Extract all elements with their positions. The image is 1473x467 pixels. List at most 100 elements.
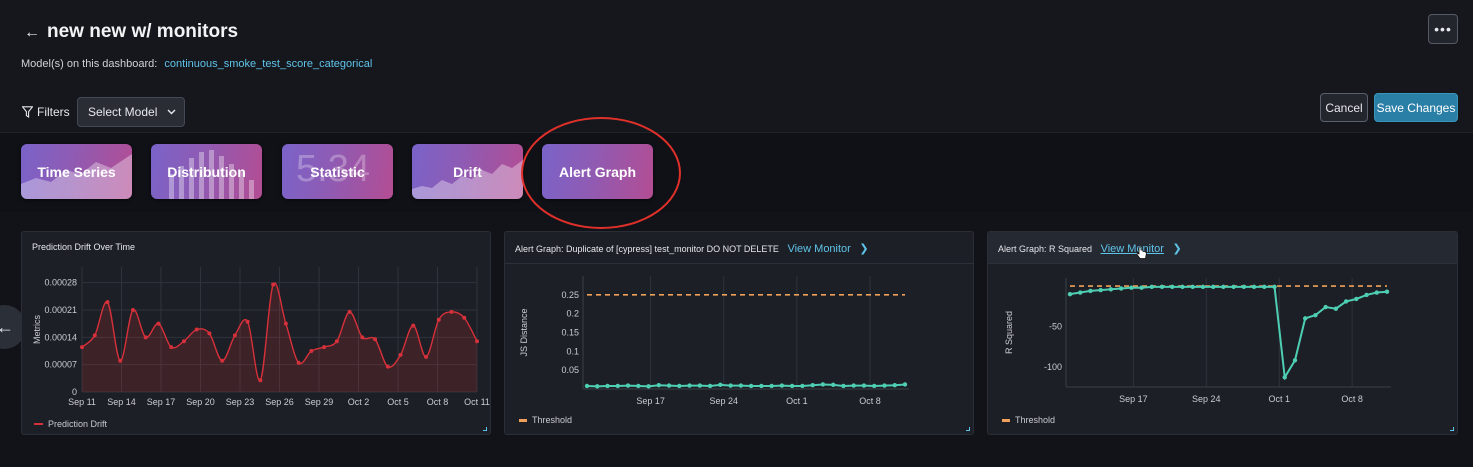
x-tick-label: Oct 5 (387, 397, 409, 407)
data-point (424, 354, 429, 359)
data-point (322, 345, 327, 350)
data-point (1170, 284, 1175, 290)
data-point (851, 383, 856, 388)
select-model-dropdown[interactable]: Select Model (77, 97, 185, 127)
filters-text: Filters (37, 105, 70, 119)
data-point (1129, 285, 1134, 290)
x-tick-label: Oct 8 (1341, 394, 1363, 404)
data-point (1323, 304, 1328, 310)
series-line (1069, 285, 1388, 381)
filters-label: Filters (22, 105, 70, 119)
data-point (1384, 289, 1390, 294)
data-point (156, 321, 161, 326)
data-point (105, 300, 110, 305)
y-axis-label: Metrics (32, 315, 42, 344)
data-point (283, 321, 288, 326)
legend-swatch (519, 418, 527, 422)
data-point (830, 382, 836, 388)
y-tick-label: 0.1 (566, 346, 579, 356)
data-point (892, 383, 897, 388)
data-point (902, 382, 908, 387)
data-point (207, 331, 212, 336)
more-options-button[interactable]: ••• (1428, 14, 1458, 44)
data-point (360, 335, 365, 340)
data-point (92, 333, 97, 338)
x-tick-label: Sep 29 (305, 397, 334, 407)
widget-distribution[interactable]: Distribution (151, 144, 262, 199)
cancel-button[interactable]: Cancel (1320, 93, 1368, 122)
data-point (882, 383, 887, 388)
select-model-label: Select Model (88, 105, 158, 119)
chart-legend: Threshold (519, 415, 572, 425)
data-point (373, 337, 378, 342)
x-tick-label: Sep 14 (107, 397, 136, 407)
resize-handle-icon[interactable] (966, 427, 970, 431)
data-point (1210, 284, 1216, 290)
data-point (411, 323, 416, 328)
data-point (615, 383, 620, 389)
panel-alert-js-distance: Alert Graph: Duplicate of [cypress] test… (504, 231, 974, 435)
r-squared-chart: -50 -100 Sep 17 Sep 24 Oct 1 Oct 8 R Squared (1004, 278, 1391, 404)
widget-label: Drift (453, 163, 482, 180)
x-tick-label: Sep 23 (226, 397, 255, 407)
y-axis-label: R Squared (1004, 311, 1014, 354)
data-point (1098, 287, 1103, 293)
data-point (398, 352, 403, 357)
data-point (1231, 284, 1236, 290)
data-point (605, 383, 610, 389)
js-distance-chart: 0.05 0.1 0.15 0.2 0.25 Sep 17 Sep 24 Oct 1 Oct 8… (519, 276, 909, 406)
data-point (258, 378, 263, 383)
legend-label: Prediction Drift (48, 419, 108, 429)
widget-label: Time Series (37, 163, 116, 180)
funnel-icon (22, 106, 33, 118)
data-point (347, 309, 352, 314)
x-tick-label: Sep 24 (1192, 394, 1221, 404)
widget-time-series[interactable]: Time Series (21, 144, 132, 199)
x-tick-label: Sep 17 (1119, 394, 1148, 404)
y-tick-label: 0.00007 (44, 360, 77, 370)
data-point (220, 358, 225, 363)
resize-handle-icon[interactable] (1450, 427, 1454, 431)
widget-label: Alert Graph (558, 163, 636, 180)
data-point (169, 345, 174, 350)
legend-label: Threshold (532, 415, 573, 425)
save-changes-button[interactable]: Save Changes (1374, 93, 1458, 122)
data-point (1343, 299, 1349, 304)
x-tick-label: Oct 1 (786, 396, 808, 406)
data-point (1251, 284, 1257, 290)
data-point (475, 339, 479, 344)
series-line (586, 383, 906, 388)
y-tick-label: 0.05 (561, 365, 579, 375)
drift-chart: 0 0.00007 0.00014 0.00021 0.00028 Sep 11 Sep 1… (32, 267, 490, 407)
data-point (697, 383, 703, 388)
data-point (646, 384, 651, 389)
legend-label: Threshold (1015, 415, 1056, 425)
widget-drift[interactable]: Drift (412, 144, 523, 199)
data-point (1262, 284, 1267, 290)
data-point (584, 383, 590, 389)
area-fill (82, 283, 477, 392)
y-axis-label: JS Distance (519, 308, 529, 356)
x-tick-label: Sep 20 (186, 397, 215, 407)
data-point (800, 383, 805, 389)
data-point (666, 383, 672, 388)
x-tick-label: Sep 17 (636, 396, 665, 406)
models-label: Model(s) on this dashboard: (21, 58, 158, 70)
x-tick-label: Oct 11 (464, 397, 490, 407)
resize-handle-icon[interactable] (483, 427, 487, 431)
data-point (1078, 290, 1083, 295)
data-point (1292, 358, 1298, 363)
data-point (449, 309, 454, 314)
arrow-left-icon[interactable]: ← (24, 24, 40, 42)
widget-statistic[interactable]: 5.34 Statistic (282, 144, 393, 199)
data-point (245, 319, 250, 324)
data-point (1302, 316, 1308, 321)
data-point (1149, 284, 1155, 290)
model-link[interactable]: continuous_smoke_test_score_categorical (164, 58, 372, 70)
data-point (1282, 375, 1287, 380)
data-point (861, 383, 867, 388)
data-point (789, 383, 795, 389)
y-tick-label: 0.00028 (44, 278, 77, 288)
data-point (1333, 306, 1339, 311)
data-point (810, 383, 815, 388)
